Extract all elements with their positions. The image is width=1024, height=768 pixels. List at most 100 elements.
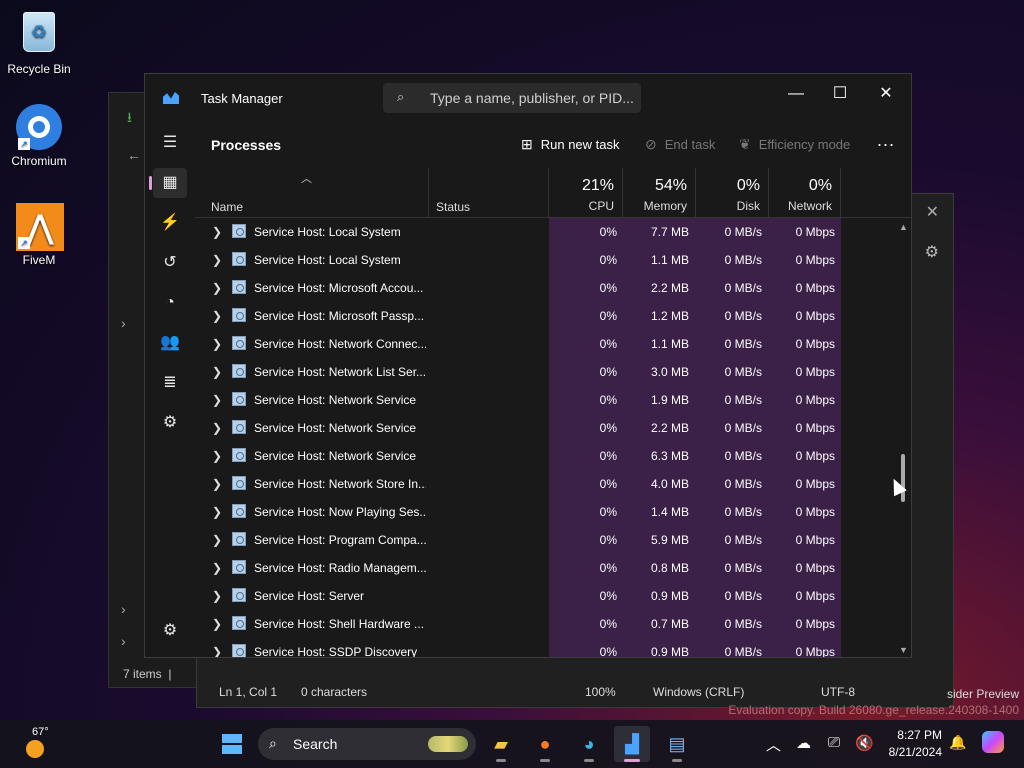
more-options-button[interactable]: ...	[877, 130, 895, 151]
speaker-muted-icon[interactable]: 🔇	[855, 734, 874, 752]
table-row[interactable]: ❯ Service Host: Radio Managem... 0% 0.8 MB 0…	[195, 554, 841, 582]
table-row[interactable]: ❯ Service Host: Network Connec... 0% 1.1 MB…	[195, 330, 841, 358]
browser-taskbar-icon[interactable]: ◕	[571, 726, 607, 762]
column-header-disk[interactable]: 0% Disk	[696, 168, 769, 218]
column-header-memory[interactable]: 54% Memory	[623, 168, 696, 218]
title-bar[interactable]: Task Manager ⌕ Type a name, publisher, o…	[145, 74, 911, 120]
table-row[interactable]: ❯ Service Host: Network Service 0% 6.3 MB 0 …	[195, 442, 841, 470]
expand-chevron-icon[interactable]: ❯	[212, 589, 222, 603]
taskbar-search[interactable]: ⌕ Search	[258, 728, 476, 760]
hamburger-menu-icon[interactable]: ☰	[153, 128, 187, 158]
vertical-scrollbar[interactable]: ▲ ▼	[897, 168, 909, 657]
expand-chevron-icon[interactable]: ❯	[212, 393, 222, 407]
expand-chevron-icon[interactable]: ❯	[212, 533, 222, 547]
startup-apps-nav-icon[interactable]: ◔	[153, 288, 187, 318]
onedrive-cloud-icon[interactable]: ☁	[796, 734, 811, 752]
run-new-task-button[interactable]: ⊞ Run new task	[521, 136, 620, 153]
efficiency-mode-button[interactable]: ❦ Efficiency mode	[739, 136, 850, 153]
end-task-button[interactable]: ⊘ End task	[645, 136, 715, 153]
app-history-nav-icon[interactable]: ↺	[153, 248, 187, 278]
minimize-button[interactable]: —	[773, 80, 819, 108]
process-name: Service Host: SSDP Discovery	[254, 645, 418, 657]
copilot-icon[interactable]	[982, 731, 1004, 753]
disk-value: 0 MB/s	[724, 365, 762, 379]
expand-chevron-icon[interactable]: ❯	[212, 645, 222, 657]
scrollbar-thumb[interactable]	[901, 454, 905, 502]
expand-chevron-icon[interactable]: ❯	[212, 617, 222, 631]
table-row[interactable]: ❯ Service Host: Now Playing Ses... 0% 1.4 M…	[195, 498, 841, 526]
table-row[interactable]: ❯ Service Host: Local System 0% 1.1 MB 0 MB/…	[195, 246, 841, 274]
expand-chevron-icon[interactable]: ❯	[212, 225, 222, 239]
table-row[interactable]: ❯ Service Host: Network List Ser... 0% 3.0 …	[195, 358, 841, 386]
chevron-up-icon[interactable]: ︿	[766, 734, 781, 755]
table-row[interactable]: ❯ Service Host: Network Service 0% 1.9 MB 0 …	[195, 386, 841, 414]
expand-chevron-icon[interactable]: ❯	[212, 365, 222, 379]
disk-value: 0 MB/s	[724, 337, 762, 351]
desktop-icon-fivem[interactable]: ⋀ ↗ FiveM	[4, 203, 74, 267]
column-header-status[interactable]: Status	[429, 168, 549, 218]
service-host-icon	[232, 280, 246, 294]
desktop-icon-recycle-bin[interactable]: ♻ Recycle Bin	[4, 8, 74, 76]
expand-chevron-icon[interactable]: ❯	[212, 253, 222, 267]
details-nav-icon[interactable]: ≣	[153, 368, 187, 398]
expand-chevron-icon[interactable]: ❯	[212, 505, 222, 519]
column-header-network[interactable]: 0% Network	[769, 168, 841, 218]
table-row[interactable]: ❯ Service Host: Local System 0% 7.7 MB 0 MB/…	[195, 218, 841, 246]
close-icon[interactable]: ✕	[926, 202, 939, 222]
file-explorer-taskbar-icon[interactable]: ▰	[483, 726, 519, 762]
performance-nav-icon[interactable]: ⚡	[153, 208, 187, 238]
table-row[interactable]: ❯ Service Host: Microsoft Passp... 0% 1.2 M…	[195, 302, 841, 330]
service-host-icon	[232, 364, 246, 378]
table-row[interactable]: ❯ Service Host: Shell Hardware ... 0% 0.7 M…	[195, 610, 841, 638]
expand-chevron-icon[interactable]: ❯	[212, 421, 222, 435]
expand-chevron-icon[interactable]: ❯	[212, 337, 222, 351]
process-table[interactable]: ︿ Name Status 21% CPU 54% Memory 0% Disk 0%…	[195, 168, 911, 657]
scroll-up-icon[interactable]: ▲	[899, 222, 908, 232]
search-icon: ⌕	[397, 89, 405, 104]
expand-chevron-icon[interactable]: ❯	[212, 561, 222, 575]
expand-chevron-icon[interactable]: ❯	[212, 281, 222, 295]
expand-chevron-icon[interactable]: ❯	[212, 477, 222, 491]
table-row[interactable]: ❯ Service Host: Server 0% 0.9 MB 0 MB/s 0 Mbp…	[195, 582, 841, 610]
process-name: Service Host: Program Compa...	[254, 533, 426, 547]
start-button[interactable]	[214, 726, 250, 762]
weather-widget[interactable]: 67°	[22, 726, 52, 758]
end-task-icon: ⊘	[645, 136, 657, 152]
firefox-taskbar-icon[interactable]: ●	[527, 726, 563, 762]
users-nav-icon[interactable]: 👥	[153, 328, 187, 358]
notepad-taskbar-icon[interactable]: ▤	[659, 726, 695, 762]
chevron-right-icon[interactable]: ›	[121, 601, 126, 617]
column-header-name[interactable]: ︿ Name	[195, 168, 429, 218]
zoom-level[interactable]: 100%	[585, 685, 616, 699]
network-value: 0 Mbps	[795, 365, 835, 379]
maximize-button[interactable]: ☐	[817, 80, 863, 108]
task-manager-taskbar-icon[interactable]: ▟	[614, 726, 650, 762]
expand-chevron-icon[interactable]: ❯	[212, 309, 222, 323]
services-nav-icon[interactable]: ⚙	[153, 408, 187, 438]
notification-bell-icon[interactable]: 🔔	[949, 734, 966, 751]
table-row[interactable]: ❯ Service Host: SSDP Discovery 0% 0.9 MB 0 M…	[195, 638, 841, 657]
settings-gear-icon[interactable]: ⚙	[925, 242, 939, 262]
scroll-down-icon[interactable]: ▼	[899, 645, 908, 655]
network-value: 0 Mbps	[795, 281, 835, 295]
chevron-right-icon[interactable]: ›	[121, 633, 126, 649]
settings-gear-icon[interactable]: ⚙	[153, 616, 187, 646]
column-header-cpu[interactable]: 21% CPU	[549, 168, 623, 218]
search-input[interactable]: Type a name, publisher, or PID...	[430, 90, 634, 106]
close-button[interactable]: ✕	[863, 80, 909, 108]
network-display-icon[interactable]: ⎚	[828, 734, 840, 751]
table-row[interactable]: ❯ Service Host: Network Store In... 0% 4.0 …	[195, 470, 841, 498]
clock[interactable]: 8:27 PM 8/21/2024	[882, 727, 942, 761]
table-row[interactable]: ❯ Service Host: Network Service 0% 2.2 MB 0 …	[195, 414, 841, 442]
back-arrow-icon[interactable]: ←	[127, 147, 141, 163]
task-manager-window[interactable]: Task Manager ⌕ Type a name, publisher, o…	[144, 73, 912, 658]
search-box[interactable]: ⌕ Type a name, publisher, or PID...	[383, 83, 641, 113]
service-host-icon	[232, 476, 246, 490]
desktop-icon-chromium[interactable]: ↗ Chromium	[4, 104, 74, 168]
table-row[interactable]: ❯ Service Host: Program Compa... 0% 5.9 MB 0…	[195, 526, 841, 554]
expand-chevron-icon[interactable]: ❯	[212, 449, 222, 463]
chevron-right-icon[interactable]: ›	[121, 315, 126, 331]
processes-nav-icon[interactable]: ▦	[149, 168, 187, 198]
table-row[interactable]: ❯ Service Host: Microsoft Accou... 0% 2.2 M…	[195, 274, 841, 302]
disk-value: 0 MB/s	[724, 477, 762, 491]
